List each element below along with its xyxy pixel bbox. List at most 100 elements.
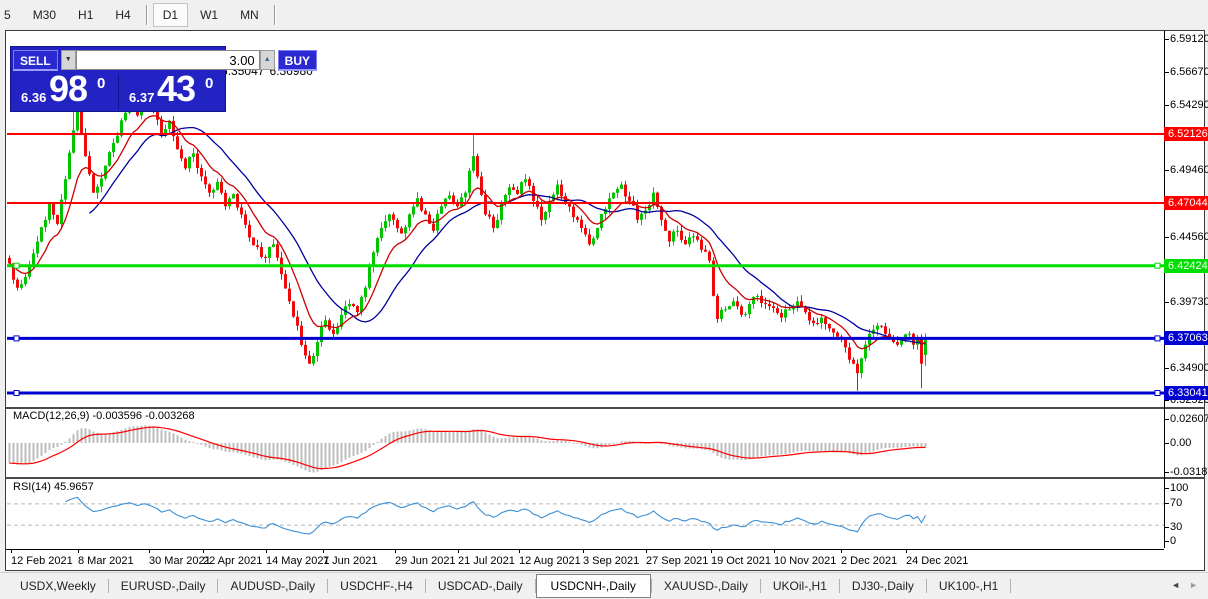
price-axis-tick bbox=[1164, 105, 1169, 106]
price-axis-tick bbox=[1164, 368, 1169, 369]
date-axis-tick bbox=[646, 550, 647, 553]
buy-price[interactable]: 6.37 43 0 bbox=[121, 68, 225, 111]
date-axis-label: 24 Dec 2021 bbox=[906, 555, 969, 567]
date-axis-label: 7 Jun 2021 bbox=[323, 555, 378, 567]
price-axis-tick bbox=[1164, 400, 1169, 401]
panel-splitter[interactable] bbox=[6, 407, 1204, 409]
rsi-axis-label: 30 bbox=[1170, 521, 1183, 533]
date-axis-label: 29 Jun 2021 bbox=[395, 555, 456, 567]
toolbar-separator bbox=[273, 4, 276, 25]
chart-tab-audusd-daily[interactable]: AUDUSD-,Daily bbox=[218, 575, 327, 597]
date-axis-tick bbox=[906, 550, 907, 553]
timeframe-button-m30[interactable]: M30 bbox=[23, 3, 66, 27]
macd-axis-label: -0.03187 bbox=[1170, 466, 1208, 478]
timeframe-button-d1[interactable]: D1 bbox=[152, 2, 189, 27]
date-axis-label: 14 May 2021 bbox=[266, 555, 330, 567]
chart-tab-dj30-daily[interactable]: DJ30-,Daily bbox=[840, 575, 926, 597]
macd-axis-tick bbox=[1164, 443, 1169, 444]
sell-price[interactable]: 6.36 98 0 bbox=[13, 68, 117, 111]
price-axis-label: 6.54290 bbox=[1170, 99, 1208, 111]
macd-label: MACD(12,26,9) -0.003596 -0.003268 bbox=[13, 410, 195, 422]
rsi-axis-tick bbox=[1164, 527, 1169, 528]
volume-decrease-icon[interactable]: ▼ bbox=[60, 50, 76, 70]
date-axis-tick bbox=[149, 550, 150, 553]
chart-tab-ukoil-h1[interactable]: UKOil-,H1 bbox=[761, 575, 839, 597]
price-axis-tick bbox=[1164, 302, 1169, 303]
rsi-axis-tick bbox=[1164, 503, 1169, 504]
one-click-trade-panel: SELL ▼ ▲ BUY 6.36 98 0 6.37 43 0 bbox=[10, 46, 318, 112]
price-axis-tick bbox=[1164, 170, 1169, 171]
timeframe-button-h1[interactable]: H1 bbox=[68, 3, 103, 27]
buy-price-big: 43 bbox=[157, 68, 196, 109]
date-axis-label: 12 Feb 2021 bbox=[11, 555, 73, 567]
timeframe-button-w1[interactable]: W1 bbox=[190, 3, 228, 27]
date-axis-tick bbox=[78, 550, 79, 553]
price-line-badge: 6.37063 bbox=[1164, 331, 1208, 345]
volume-increase-icon[interactable]: ▲ bbox=[259, 50, 275, 70]
price-axis-label: 6.59120 bbox=[1170, 33, 1208, 45]
timeframe-button-5[interactable]: 5 bbox=[1, 3, 21, 27]
date-axis-label: 22 Apr 2021 bbox=[203, 555, 263, 567]
price-line-badge: 6.42424 bbox=[1164, 259, 1208, 273]
price-divider bbox=[118, 75, 119, 109]
macd-axis-label: 0.02607 bbox=[1170, 413, 1208, 425]
date-axis-tick bbox=[519, 550, 520, 553]
date-axis-label: 8 Mar 2021 bbox=[78, 555, 134, 567]
price-line-badge: 6.33041 bbox=[1164, 386, 1208, 400]
date-axis-tick bbox=[323, 550, 324, 553]
sell-price-sup: 0 bbox=[97, 75, 106, 92]
rsi-label: RSI(14) 45.9657 bbox=[13, 481, 94, 493]
panel-splitter[interactable] bbox=[6, 477, 1204, 479]
chart-tab-usdx-weekly[interactable]: USDX,Weekly bbox=[8, 575, 108, 597]
price-axis-border bbox=[1164, 31, 1165, 548]
price-axis-label: 6.34900 bbox=[1170, 362, 1208, 374]
price-axis-label: 6.56670 bbox=[1170, 66, 1208, 78]
chart-tab-usdchf-h4[interactable]: USDCHF-,H4 bbox=[328, 575, 425, 597]
price-axis-label: 6.44560 bbox=[1170, 231, 1208, 243]
tabs-scroll-right-icon[interactable]: ► bbox=[1189, 580, 1198, 590]
date-axis-tick bbox=[841, 550, 842, 553]
price-axis-tick bbox=[1164, 237, 1169, 238]
rsi-axis-tick bbox=[1164, 488, 1169, 489]
date-axis-label: 12 Aug 2021 bbox=[519, 555, 581, 567]
chart-tabs-bar: USDX,Weekly EURUSD-,Daily AUDUSD-,Daily USD… bbox=[0, 572, 1208, 599]
date-axis-tick bbox=[11, 550, 12, 553]
tabs-scroll-left-icon[interactable]: ◄ bbox=[1171, 580, 1180, 590]
chart-tab-usdcnh-daily[interactable]: USDCNH-,Daily bbox=[535, 574, 651, 598]
date-axis-label: 2 Dec 2021 bbox=[841, 555, 898, 567]
date-axis-tick bbox=[203, 550, 204, 553]
buy-button[interactable]: BUY bbox=[277, 49, 318, 71]
rsi-axis-label: 0 bbox=[1170, 535, 1177, 547]
price-axis-tick bbox=[1164, 39, 1169, 40]
price-axis-label: 6.49460 bbox=[1170, 164, 1208, 176]
macd-name: MACD(12,26,9) bbox=[13, 410, 90, 422]
rsi-indicator-chart bbox=[7, 496, 1164, 535]
chart-tab-uk100-h1[interactable]: UK100-,H1 bbox=[927, 575, 1010, 597]
date-axis-label: 21 Jul 2021 bbox=[458, 555, 515, 567]
timeframe-toolbar: 5 M30 H1 H4 D1 W1 MN bbox=[0, 0, 1208, 29]
date-axis-label: 10 Nov 2021 bbox=[774, 555, 837, 567]
date-axis-tick bbox=[774, 550, 775, 553]
volume-input[interactable] bbox=[75, 50, 260, 70]
macd-axis-tick bbox=[1164, 419, 1169, 420]
price-line-badge: 6.47044 bbox=[1164, 196, 1208, 210]
date-axis-label: 30 Mar 2021 bbox=[149, 555, 211, 567]
sell-price-small: 6.36 bbox=[21, 90, 47, 105]
date-axis-tick bbox=[395, 550, 396, 553]
chart-tab-usdcad-daily[interactable]: USDCAD-,Daily bbox=[426, 575, 535, 597]
chart-tab-eurusd-daily[interactable]: EURUSD-,Daily bbox=[109, 575, 218, 597]
timeframe-button-mn[interactable]: MN bbox=[230, 3, 269, 27]
date-axis-tick bbox=[711, 550, 712, 553]
toolbar-separator bbox=[145, 4, 148, 25]
volume-stepper: ▼ ▲ bbox=[60, 50, 275, 70]
rsi-axis-tick bbox=[1164, 541, 1169, 542]
macd-value-main: -0.003596 bbox=[92, 410, 143, 422]
sell-price-big: 98 bbox=[49, 68, 88, 109]
macd-axis-tick bbox=[1164, 472, 1169, 473]
chart-tab-xauusd-daily[interactable]: XAUUSD-,Daily bbox=[652, 575, 760, 597]
buy-price-small: 6.37 bbox=[129, 90, 155, 105]
macd-value-signal: -0.003268 bbox=[145, 410, 195, 422]
rsi-axis-label: 100 bbox=[1170, 482, 1189, 494]
date-axis-tick bbox=[583, 550, 584, 553]
timeframe-button-h4[interactable]: H4 bbox=[105, 3, 140, 27]
